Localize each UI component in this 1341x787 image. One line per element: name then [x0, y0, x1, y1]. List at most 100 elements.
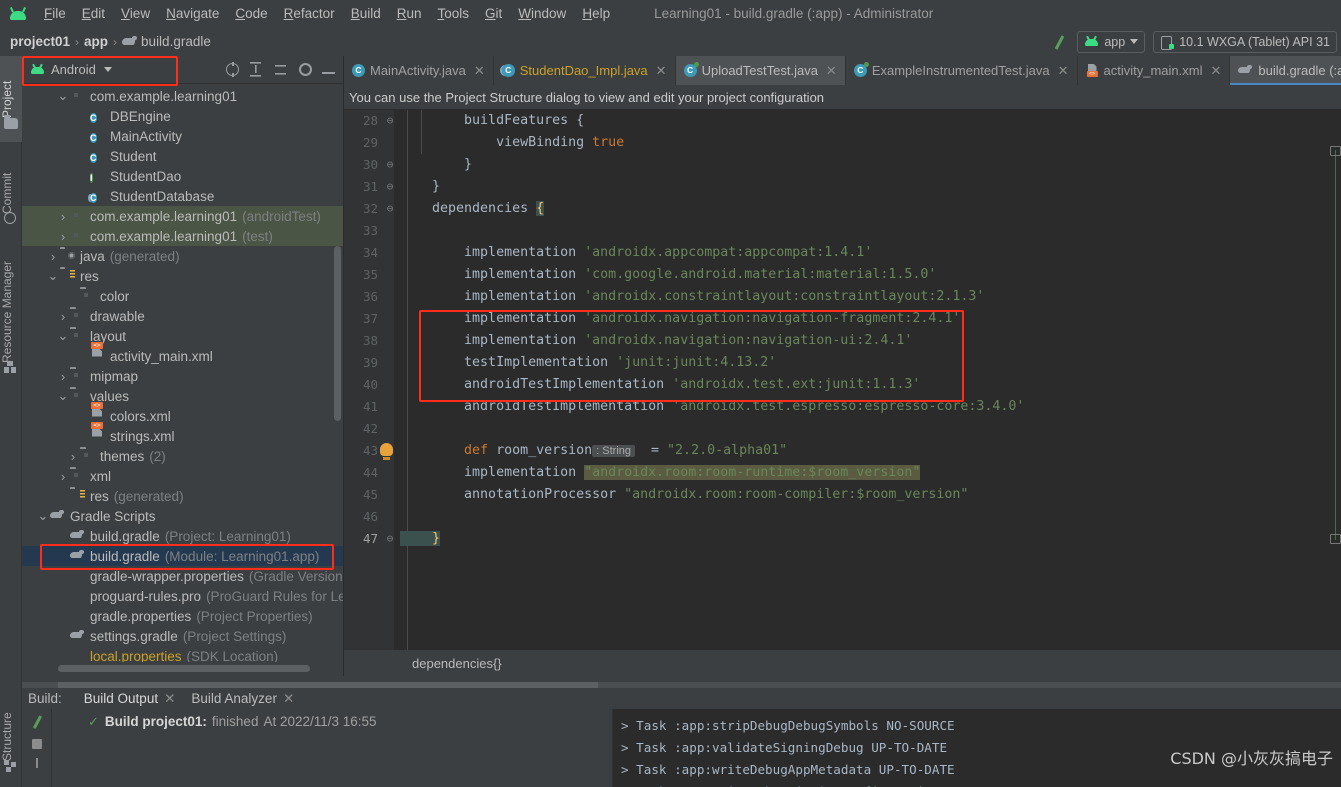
folder-icon — [70, 309, 85, 324]
breadcrumb-module[interactable]: app — [84, 34, 108, 49]
tree-node-student[interactable]: C Student — [22, 146, 343, 166]
tree-node-studentdatabase[interactable]: C StudentDatabase — [22, 186, 343, 206]
tree-node-build-gradle[interactable]: build.gradle (Project: Learning01) — [22, 526, 343, 546]
stop-icon[interactable] — [31, 739, 42, 749]
tree-node-java[interactable]: › java (generated) — [22, 246, 343, 266]
tree-node-com-example-learning01[interactable]: › com.example.learning01 (test) — [22, 226, 343, 246]
tree-node-gradle-wrapper-properties[interactable]: gradle-wrapper.properties (Gradle Version… — [22, 566, 343, 586]
tree-node-res[interactable]: res (generated) — [22, 486, 343, 506]
intention-bulb-icon[interactable] — [380, 443, 393, 460]
pin-icon[interactable] — [32, 758, 42, 768]
build-hammer-icon[interactable] — [1049, 32, 1069, 52]
editor-scroll-marker[interactable] — [1330, 534, 1341, 544]
menu-item-tools[interactable]: Tools — [430, 3, 478, 24]
tree-node-build-gradle[interactable]: build.gradle (Module: Learning01.app) — [22, 546, 343, 566]
editor-scroll-marker[interactable] — [1330, 146, 1341, 156]
chevron-right-icon[interactable]: › — [56, 229, 70, 244]
tree-node-settings-gradle[interactable]: settings.gradle (Project Settings) — [22, 626, 343, 646]
menu-item-navigate[interactable]: Navigate — [158, 3, 227, 24]
editor-tab-exampleinstrumentedtest-java[interactable]: C ExampleInstrumentedTest.java ✕ — [845, 56, 1078, 85]
tree-node-activity-main-xml[interactable]: activity_main.xml — [22, 346, 343, 366]
close-icon[interactable]: ✕ — [1210, 63, 1221, 79]
expand-all-icon[interactable] — [249, 62, 264, 77]
project-panel-hscrollbar[interactable] — [58, 665, 310, 672]
code-editor[interactable]: 28 ⊖ buildFeatures {29 viewBinding true 30… — [344, 110, 1341, 650]
tree-node-gradle-scripts[interactable]: ⌄ Gradle Scripts — [22, 506, 343, 526]
tree-node-xml[interactable]: › xml — [22, 466, 343, 486]
close-icon[interactable]: ✕ — [283, 691, 294, 707]
menu-item-git[interactable]: Git — [477, 3, 510, 24]
device-selector[interactable]: 10.1 WXGA (Tablet) API 31 — [1153, 30, 1337, 53]
select-opened-file-icon[interactable] — [226, 62, 239, 77]
tree-node-studentdao[interactable]: I StudentDao — [22, 166, 343, 186]
editor-tab-mainactivity-java[interactable]: C MainActivity.java ✕ — [344, 56, 494, 85]
menu-item-view[interactable]: View — [113, 3, 158, 24]
tab-build-output[interactable]: Build Output ✕ — [76, 687, 184, 711]
tree-node-color[interactable]: color — [22, 286, 343, 306]
chevron-right-icon[interactable]: › — [46, 249, 60, 264]
code-fold-icon[interactable]: ⊖ — [384, 528, 396, 550]
tree-node-gradle-properties[interactable]: gradle.properties (Project Properties) — [22, 606, 343, 626]
menu-item-help[interactable]: Help — [574, 3, 618, 24]
editor-tab-activity-main-xml[interactable]: activity_main.xml ✕ — [1077, 56, 1231, 85]
close-icon[interactable]: ✕ — [826, 63, 837, 79]
chevron-right-icon[interactable]: › — [56, 369, 70, 384]
editor-tab-bar[interactable]: C MainActivity.java ✕ C StudentDao_Impl.java… — [344, 56, 1341, 85]
hide-panel-icon[interactable] — [322, 72, 335, 74]
close-icon[interactable]: ✕ — [656, 63, 667, 79]
code-fold-icon[interactable]: ⊖ — [384, 198, 396, 220]
tree-node-mainactivity[interactable]: C MainActivity — [22, 126, 343, 146]
breadcrumb-file[interactable]: build.gradle — [141, 34, 211, 49]
chevron-right-icon[interactable]: › — [56, 209, 70, 224]
chevron-down-icon[interactable]: ⌄ — [56, 329, 70, 342]
editor-tab-studentdao-impl-java[interactable]: C StudentDao_Impl.java ✕ — [493, 56, 676, 85]
code-fold-icon[interactable]: ⊖ — [384, 176, 396, 198]
tree-node-proguard-rules-pro[interactable]: proguard-rules.pro (ProGuard Rules for Le… — [22, 586, 343, 606]
chevron-down-icon[interactable]: ⌄ — [46, 269, 60, 282]
menu-item-window[interactable]: Window — [510, 3, 574, 24]
editor-tab-build-gradle-app-[interactable]: build.gradle (:app) — [1230, 56, 1341, 85]
menu-item-build[interactable]: Build — [343, 3, 389, 24]
run-configuration-selector[interactable]: app — [1077, 30, 1146, 53]
sidebar-item-project[interactable]: Project — [0, 56, 22, 142]
menu-item-edit[interactable]: Edit — [74, 3, 113, 24]
tree-node-drawable[interactable]: › drawable — [22, 306, 343, 326]
editor-tab-uploadtesttest-java[interactable]: C UploadTestTest.java ✕ — [675, 56, 846, 85]
chevron-down-icon[interactable]: ⌄ — [36, 509, 50, 522]
breadcrumb-project[interactable]: project01 — [10, 34, 70, 49]
folder-icon — [4, 115, 18, 129]
close-icon[interactable]: ✕ — [164, 691, 175, 707]
close-icon[interactable]: ✕ — [474, 63, 485, 79]
tree-node-local-properties[interactable]: local.properties (SDK Location) — [22, 646, 343, 663]
settings-gear-icon[interactable] — [299, 63, 312, 76]
tree-node-mipmap[interactable]: › mipmap — [22, 366, 343, 386]
chevron-right-icon[interactable]: › — [66, 449, 80, 464]
chevron-down-icon[interactable] — [103, 67, 112, 72]
menu-item-run[interactable]: Run — [389, 3, 430, 24]
tree-node-strings-xml[interactable]: strings.xml — [22, 426, 343, 446]
project-panel-vscrollbar[interactable] — [334, 246, 341, 421]
menu-item-refactor[interactable]: Refactor — [276, 3, 343, 24]
tree-node-layout[interactable]: ⌄ layout — [22, 326, 343, 346]
tree-node-dbengine[interactable]: C DBEngine — [22, 106, 343, 126]
code-fold-icon[interactable]: ⊖ — [384, 110, 396, 132]
menu-item-file[interactable]: File — [36, 3, 74, 24]
tree-node-colors-xml[interactable]: colors.xml — [22, 406, 343, 426]
rerun-icon[interactable] — [29, 714, 45, 730]
close-icon[interactable]: ✕ — [1058, 63, 1069, 79]
project-tree[interactable]: ⌄ com.example.learning01 C DBEngine C MainA… — [22, 84, 343, 662]
code-token: "androidx.room:room-compiler:$room_versi… — [624, 487, 969, 502]
chevron-right-icon[interactable]: › — [56, 469, 70, 484]
code-fold-icon[interactable]: ⊖ — [384, 154, 396, 176]
tree-node-com-example-learning01[interactable]: ⌄ com.example.learning01 — [22, 86, 343, 106]
collapse-all-icon[interactable] — [274, 62, 289, 77]
menu-item-code[interactable]: Code — [227, 3, 275, 24]
chevron-down-icon[interactable]: ⌄ — [56, 389, 70, 402]
tree-node-com-example-learning01[interactable]: › com.example.learning01 (androidTest) — [22, 206, 343, 226]
tree-node-res[interactable]: ⌄ res — [22, 266, 343, 286]
tree-node-themes[interactable]: › themes (2) — [22, 446, 343, 466]
chevron-down-icon[interactable]: ⌄ — [56, 89, 70, 102]
chevron-right-icon[interactable]: › — [56, 309, 70, 324]
tree-node-values[interactable]: ⌄ values — [22, 386, 343, 406]
tab-build-analyzer[interactable]: Build Analyzer ✕ — [183, 687, 302, 711]
